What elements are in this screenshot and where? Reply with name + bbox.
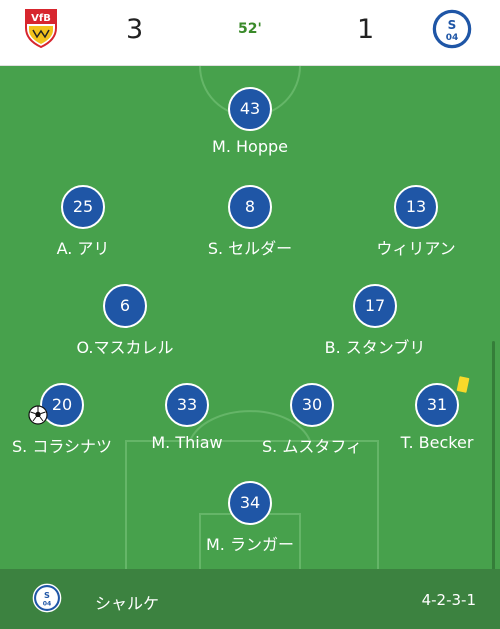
player-number: 43 (228, 87, 272, 131)
formation-label: 4-2-3-1 (421, 591, 476, 609)
player-name: T. Becker (400, 433, 474, 452)
player-number: 13 (394, 185, 438, 229)
player-name: A. アリ (56, 239, 110, 258)
svg-text:04: 04 (446, 33, 459, 43)
player-name: M. ランガー (206, 535, 294, 554)
schalke-04-crest-icon[interactable]: S 04 (430, 7, 474, 55)
player-number: 34 (228, 481, 272, 525)
player-number: 17 (353, 284, 397, 328)
player-card[interactable]: 8 S. セルダー (170, 185, 330, 259)
svg-text:S: S (44, 590, 50, 600)
team-footer: S 04 シャルケ 4-2-3-1 (0, 569, 500, 629)
player-card[interactable]: 31 T. Becker (357, 376, 500, 452)
match-header: VfB 3 52' 1 S 04 (0, 0, 500, 66)
team-name: シャルケ (95, 594, 160, 613)
pitch: 43 M. Hoppe 25 A. アリ 8 S. セルダー 13 ウィリアン … (0, 66, 500, 569)
vfb-stuttgart-crest-icon[interactable]: VfB (24, 8, 58, 52)
scrollbar[interactable] (492, 341, 495, 569)
svg-text:S: S (448, 18, 457, 32)
match-minute: 52' (238, 21, 262, 37)
player-name: S. セルダー (207, 239, 293, 258)
player-number: 6 (103, 284, 147, 328)
player-name: ウィリアン (376, 239, 456, 258)
player-name: O.マスカレル (76, 338, 174, 357)
player-name: M. Hoppe (212, 137, 288, 156)
schalke-04-crest-icon: S 04 (32, 583, 62, 617)
player-card[interactable]: 34 M. ランガー (170, 481, 330, 555)
yellow-card-icon (456, 376, 470, 393)
away-score: 1 (357, 14, 375, 45)
player-name: B. スタンブリ (324, 338, 426, 357)
soccer-ball-icon (28, 405, 48, 425)
player-card[interactable]: 25 A. アリ (3, 185, 163, 259)
svg-text:04: 04 (43, 601, 52, 608)
player-card[interactable]: 6 O.マスカレル (45, 284, 205, 358)
player-number: 30 (290, 383, 334, 427)
player-card[interactable]: 13 ウィリアン (336, 185, 496, 259)
player-number: 8 (228, 185, 272, 229)
player-card[interactable]: 17 B. スタンブリ (295, 284, 455, 358)
player-number: 25 (61, 185, 105, 229)
home-score: 3 (126, 14, 144, 45)
player-card[interactable]: 43 M. Hoppe (170, 87, 330, 156)
player-badge: 31 (415, 376, 470, 427)
svg-text:VfB: VfB (31, 13, 51, 24)
player-number: 33 (165, 383, 209, 427)
player-number: 31 (415, 383, 459, 427)
